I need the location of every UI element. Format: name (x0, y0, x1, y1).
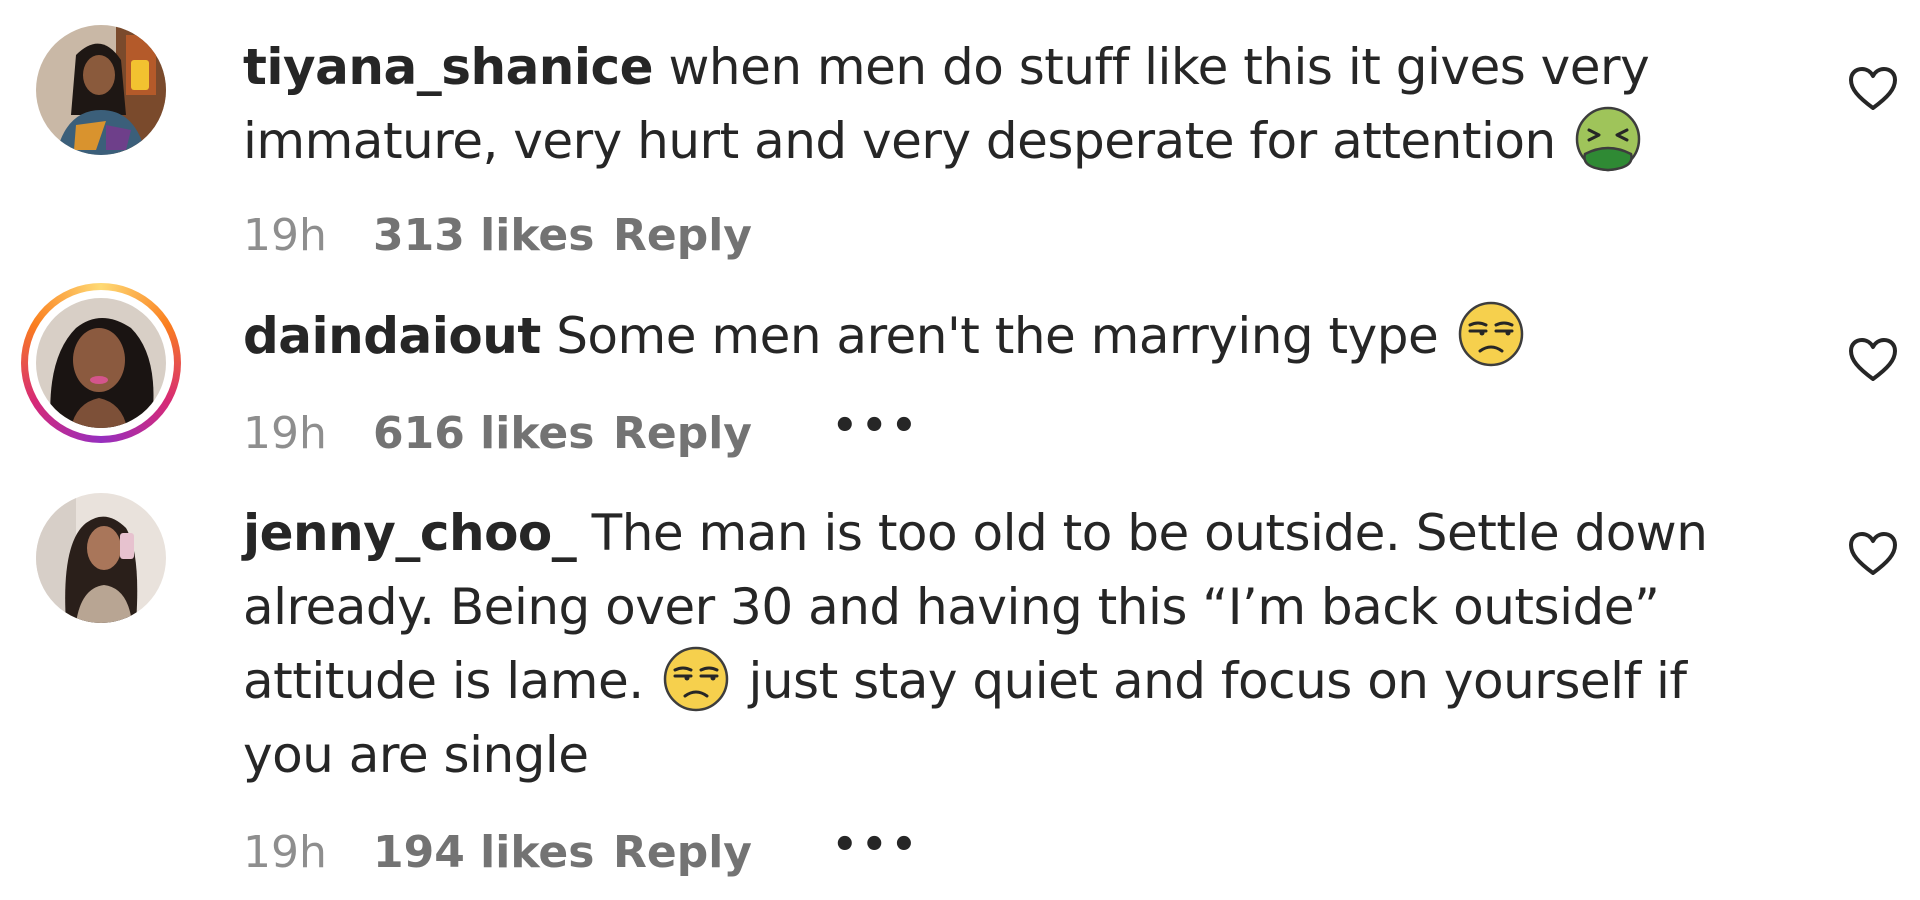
reply-button[interactable]: Reply (613, 827, 752, 878)
comment-meta: 19h 616 likes Reply ••• (243, 406, 921, 460)
avatar-story-ring[interactable] (21, 283, 181, 443)
comment-username[interactable]: daindaiout (243, 307, 541, 365)
avatar-image (36, 298, 166, 428)
more-options-icon[interactable]: ••• (832, 825, 921, 865)
heart-icon[interactable] (1848, 337, 1898, 383)
comment-meta: 19h 194 likes Reply ••• (243, 825, 921, 879)
unamused-face-icon (1458, 301, 1524, 367)
unamused-face-icon (663, 646, 729, 712)
comment-time: 19h (243, 827, 327, 878)
comment-likes[interactable]: 616 likes (373, 408, 594, 459)
comment-list: tiyana_shanice when men do stuff like th… (0, 0, 1920, 900)
comment-username[interactable]: jenny_choo_ (243, 504, 577, 562)
comment-text: tiyana_shanice when men do stuff like th… (243, 30, 1783, 178)
nauseated-face-icon (1575, 106, 1641, 172)
heart-icon[interactable] (1848, 66, 1898, 112)
avatar[interactable] (36, 25, 166, 155)
comment-username[interactable]: tiyana_shanice (243, 38, 654, 96)
comment-text: jenny_choo_ The man is too old to be out… (243, 496, 1783, 792)
comment-body: Some men aren't the marrying type (540, 307, 1454, 365)
comment-likes[interactable]: 194 likes (373, 827, 594, 878)
avatar-image (36, 493, 166, 623)
avatar[interactable] (36, 493, 166, 623)
comment-text: daindaiout Some men aren't the marrying … (243, 299, 1783, 373)
comment-time: 19h (243, 408, 327, 459)
comment-meta: 19h 313 likes Reply (243, 210, 752, 261)
comment-likes[interactable]: 313 likes (373, 210, 594, 261)
reply-button[interactable]: Reply (613, 210, 752, 261)
reply-button[interactable]: Reply (613, 408, 752, 459)
heart-icon[interactable] (1848, 531, 1898, 577)
comment-time: 19h (243, 210, 327, 261)
avatar-image (36, 25, 166, 155)
more-options-icon[interactable]: ••• (832, 406, 921, 446)
